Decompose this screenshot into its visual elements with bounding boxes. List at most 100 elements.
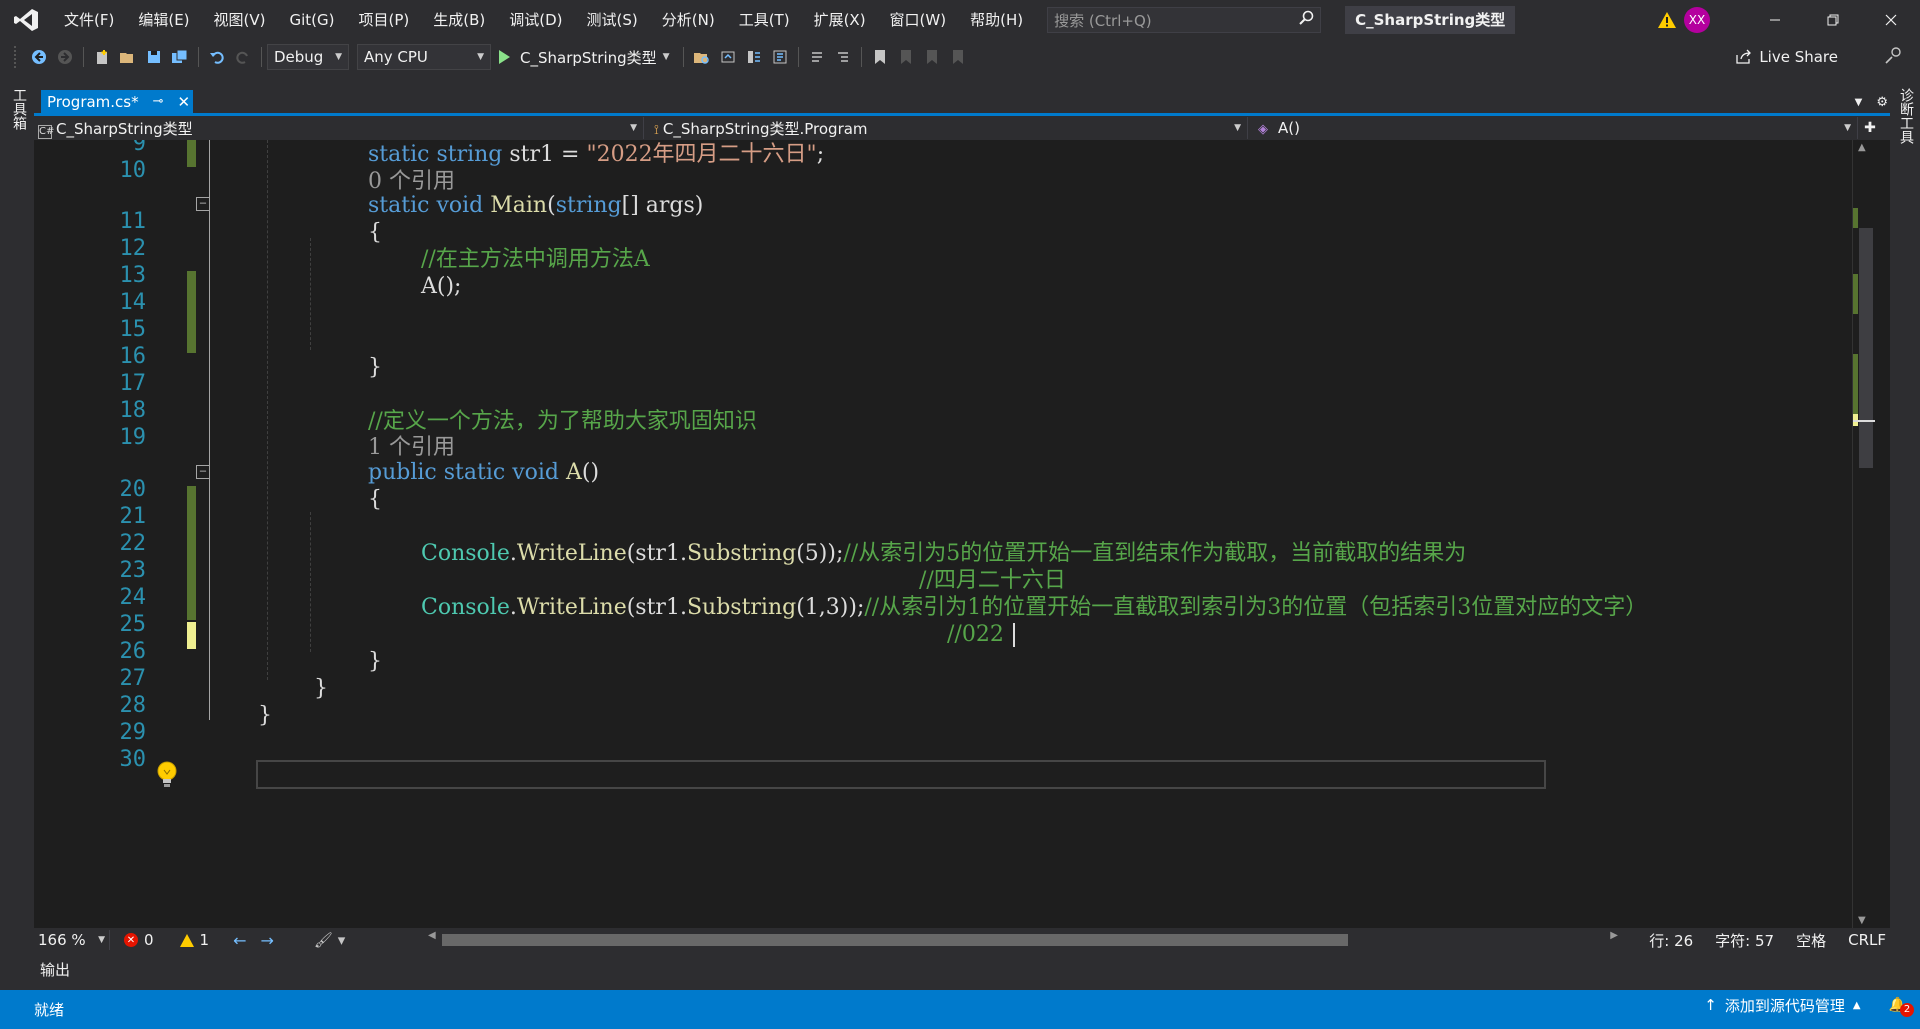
menu-debug[interactable]: 调试(D) <box>497 0 574 40</box>
line-ending[interactable]: CRLF <box>1848 931 1886 949</box>
new-project-icon[interactable] <box>89 44 115 70</box>
search-input[interactable]: 搜索 (Ctrl+Q) <box>1047 7 1322 33</box>
line-position[interactable]: 行: 26 <box>1649 930 1693 951</box>
notifications-button[interactable]: 🔔 2 <box>1889 997 1914 1017</box>
code-line-27[interactable]: } <box>368 645 382 678</box>
step-into-icon[interactable] <box>767 44 793 70</box>
method-name: WriteLine <box>516 541 627 566</box>
outline-line <box>209 211 210 381</box>
menu-help[interactable]: 帮助(H) <box>958 0 1035 40</box>
menu-extensions[interactable]: 扩展(X) <box>802 0 878 40</box>
code-text: (str1. <box>626 595 687 620</box>
code-line-26[interactable]: //022 <box>947 618 1004 651</box>
next-bookmark-icon[interactable] <box>919 44 945 70</box>
menu-edit[interactable]: 编辑(E) <box>126 0 201 40</box>
scrollbar-change-mark <box>1853 208 1858 228</box>
scroll-right-icon[interactable]: ▶ <box>1610 930 1618 941</box>
code-line-12[interactable]: { <box>368 216 382 249</box>
vertical-scrollbar[interactable]: ▲ ▼ <box>1852 140 1875 928</box>
vertical-scrollbar-thumb[interactable] <box>1859 228 1873 468</box>
scroll-up-icon[interactable]: ▲ <box>1858 142 1866 153</box>
save-all-icon[interactable] <box>167 44 193 70</box>
pin-icon[interactable]: ⊸ <box>153 94 164 109</box>
tab-program-cs[interactable]: Program.cs* ⊸ ✕ <box>41 90 193 113</box>
save-icon[interactable] <box>141 44 167 70</box>
start-debugging-button[interactable]: C_SharpString类型 ▼ <box>499 47 670 68</box>
menu-analyze[interactable]: 分析(N) <box>650 0 727 40</box>
open-file-icon[interactable] <box>115 44 141 70</box>
code-line-11[interactable]: static void Main(string[] args) <box>368 189 703 222</box>
project-dropdown[interactable]: C# C_SharpString类型 ▼ <box>34 117 644 139</box>
source-control-button[interactable]: ↑ 添加到源代码管理 ▲ <box>1704 995 1860 1016</box>
menu-project[interactable]: 项目(P) <box>347 0 422 40</box>
error-count[interactable]: ✕ 0 <box>124 931 154 949</box>
outline-line <box>209 479 210 714</box>
uncomment-icon[interactable] <box>830 44 856 70</box>
clear-bookmarks-icon[interactable] <box>945 44 971 70</box>
close-window-button[interactable] <box>1862 0 1920 40</box>
restore-button[interactable] <box>1804 0 1862 40</box>
code-line-25[interactable]: Console.WriteLine(str1.Substring(1,3));/… <box>421 591 1647 624</box>
zoom-dropdown[interactable]: 166 % ▼ <box>34 930 110 950</box>
code-editor[interactable]: − − 9 10 11 12 13 14 15 16 17 18 19 20 2… <box>34 140 1890 928</box>
code-line-21[interactable]: { <box>368 483 382 516</box>
horizontal-scrollbar-thumb[interactable] <box>442 934 1348 946</box>
warning-count[interactable]: 1 <box>179 931 209 949</box>
undo-icon[interactable] <box>204 44 230 70</box>
indent-mode[interactable]: 空格 <box>1796 930 1826 951</box>
step-over-icon[interactable] <box>741 44 767 70</box>
output-tab[interactable]: 输出 <box>40 959 70 980</box>
keyword: string <box>436 142 503 167</box>
bookmark-icon[interactable] <box>867 44 893 70</box>
code-cleanup-icon[interactable]: 🖌 ▾ <box>314 931 345 949</box>
scroll-down-icon[interactable]: ▼ <box>1858 915 1866 926</box>
code-line-28[interactable]: } <box>314 672 328 705</box>
back-icon[interactable] <box>26 44 52 70</box>
scroll-left-icon[interactable]: ◀ <box>428 930 436 941</box>
lightbulb-icon[interactable] <box>154 760 180 790</box>
menu-tools[interactable]: 工具(T) <box>727 0 802 40</box>
redo-icon[interactable] <box>230 44 256 70</box>
browse-folder-icon[interactable] <box>689 44 715 70</box>
split-window-icon[interactable]: ✚ <box>1858 117 1882 139</box>
configuration-dropdown[interactable]: Debug ▼ <box>267 44 349 70</box>
forward-icon[interactable] <box>52 44 78 70</box>
toolbar-grip[interactable] <box>14 46 18 68</box>
settings-gear-icon[interactable]: ⚙ <box>1876 95 1888 110</box>
menu-view[interactable]: 视图(V) <box>202 0 278 40</box>
menu-build[interactable]: 生成(B) <box>421 0 497 40</box>
code-line-14[interactable]: A(); <box>421 270 461 303</box>
notification-warning-icon[interactable] <box>1654 7 1680 33</box>
toolbox-tab[interactable]: 工具箱 <box>9 88 29 130</box>
menu-test[interactable]: 测试(S) <box>575 0 650 40</box>
code-line-20[interactable]: public static void A() <box>368 456 599 489</box>
diagnostic-tools-tab[interactable]: 诊断工具 <box>1896 88 1916 144</box>
menu-window[interactable]: 窗口(W) <box>878 0 959 40</box>
comment-icon[interactable] <box>804 44 830 70</box>
play-icon <box>499 50 510 64</box>
code-line-17[interactable]: } <box>368 351 382 384</box>
comment: //从索引为1的位置开始一直截取到索引为3的位置（包括索引3位置对应的文字） <box>864 595 1648 620</box>
previous-issue-icon[interactable]: ← <box>233 931 246 950</box>
code-line-29[interactable]: } <box>258 699 272 732</box>
column-position[interactable]: 字符: 57 <box>1715 930 1774 951</box>
feedback-icon[interactable] <box>1884 45 1904 69</box>
live-share-button[interactable]: Live Share <box>1735 40 1838 74</box>
minimize-button[interactable] <box>1746 0 1804 40</box>
previous-bookmark-icon[interactable] <box>893 44 919 70</box>
code-line-10[interactable]: static string str1 = "2022年四月二十六日"; <box>368 140 824 171</box>
collapse-a-icon[interactable]: − <box>196 465 210 479</box>
member-dropdown[interactable]: ◈ A() ▼ <box>1248 117 1858 139</box>
menu-file[interactable]: 文件(F) <box>52 0 126 40</box>
home-icon[interactable] <box>715 44 741 70</box>
account-avatar[interactable]: XX <box>1684 7 1710 33</box>
horizontal-scrollbar[interactable]: ◀ ▶ <box>428 930 1618 946</box>
visual-studio-logo-icon[interactable] <box>0 0 52 40</box>
platform-dropdown[interactable]: Any CPU ▼ <box>357 44 491 70</box>
menu-git[interactable]: Git(G) <box>278 0 347 40</box>
close-tab-icon[interactable]: ✕ <box>178 93 191 111</box>
next-issue-icon[interactable]: → <box>261 931 274 950</box>
class-dropdown[interactable]: ⟟ C_SharpString类型.Program ▼ <box>644 117 1248 139</box>
tab-overflow-icon[interactable]: ▼ <box>1855 97 1863 108</box>
collapse-main-icon[interactable]: − <box>196 197 210 211</box>
